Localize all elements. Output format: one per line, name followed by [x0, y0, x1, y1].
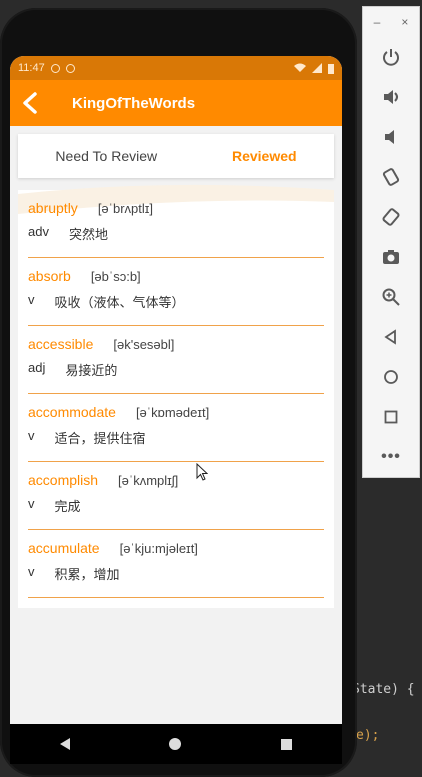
volume-down-icon [385, 130, 394, 144]
more-button[interactable]: ••• [363, 437, 419, 477]
meaning-text: 吸收（液体、气体等） [54, 295, 185, 310]
part-of-speech: v [28, 564, 35, 579]
word-item[interactable]: abruptly [əˈbrʌptlɪ] adv 突然地 [28, 190, 324, 258]
nav-recents-icon[interactable] [281, 738, 293, 750]
part-of-speech: adv [28, 224, 49, 239]
app-screen: 11:47 KingOfTheWords Need To Review Revi… [10, 56, 342, 724]
word-list: abruptly [əˈbrʌptlɪ] adv 突然地 absorb [əbˈsɔ:… [18, 184, 334, 608]
word-text: accumulate [28, 540, 100, 556]
phonetic-text: [ək'sesəbl] [113, 336, 175, 352]
tab-bar: Need To Review Reviewed [18, 134, 334, 178]
phonetic-text: [əbˈsɔ:b] [90, 268, 141, 284]
phonetic-text: [əˈkɒmədeɪt] [135, 404, 210, 420]
emulator-phone: 11:47 KingOfTheWords Need To Review Revi… [0, 8, 357, 777]
overview-square-icon [384, 410, 398, 424]
app-title: KingOfTheWords [72, 94, 196, 112]
mouse-cursor-icon [196, 463, 208, 481]
word-text: accommodate [28, 404, 116, 420]
word-text: abruptly [28, 200, 78, 216]
rotate-left-icon [382, 168, 400, 186]
phonetic-text: [əˈkju:mjəleɪt] [119, 540, 198, 556]
power-icon [383, 49, 399, 66]
word-text: accomplish [28, 472, 99, 488]
word-text: absorb [28, 268, 71, 284]
app-bar: KingOfTheWords [10, 80, 342, 126]
meaning-text: 完成 [54, 499, 81, 514]
emulator-side-panel: – × ••• [362, 6, 420, 478]
part-of-speech: v [28, 292, 35, 307]
zoom-icon [382, 288, 400, 306]
volume-down-button[interactable] [363, 117, 419, 157]
zoom-button[interactable] [363, 277, 419, 317]
word-text: accessible [28, 336, 94, 352]
signal-icon [312, 63, 322, 73]
android-nav-bar [10, 724, 342, 764]
home-circle-icon [384, 370, 398, 384]
meaning-text: 易接近的 [65, 363, 118, 378]
word-item[interactable]: absorb [əbˈsɔ:b] v 吸收（液体、气体等） [28, 258, 324, 326]
power-button[interactable] [363, 37, 419, 77]
part-of-speech: v [28, 496, 35, 511]
battery-icon [328, 63, 334, 74]
back-triangle-icon [384, 329, 396, 345]
word-item[interactable]: accumulate [əˈkju:mjəleɪt] v 积累，增加 [28, 530, 324, 598]
part-of-speech: v [28, 428, 35, 443]
back-arrow-icon[interactable] [20, 92, 42, 114]
home-button[interactable] [363, 357, 419, 397]
sync-icon [65, 63, 75, 73]
rotate-left-button[interactable] [363, 157, 419, 197]
word-item[interactable]: accommodate [əˈkɒmədeɪt] v 适合，提供住宿 [28, 394, 324, 462]
nav-back-icon[interactable] [59, 738, 70, 750]
meaning-text: 积累，增加 [54, 567, 120, 582]
phonetic-text: [əˈbrʌptlɪ] [97, 200, 154, 216]
status-time: 11:47 [18, 62, 45, 74]
wifi-icon [294, 63, 306, 72]
volume-up-button[interactable] [363, 77, 419, 117]
screenshot-button[interactable] [363, 237, 419, 277]
camera-icon [383, 250, 399, 264]
meaning-text: 突然地 [68, 227, 108, 242]
phonetic-text: [əˈkʌmplɪʃ] [118, 472, 179, 488]
notification-icon [50, 63, 60, 73]
tab-need-to-review[interactable]: Need To Review [55, 148, 157, 164]
rotate-right-icon [382, 208, 400, 226]
nav-home-icon[interactable] [169, 738, 182, 750]
ide-code-line-1: State) { [352, 682, 415, 697]
close-button[interactable]: × [401, 15, 408, 29]
part-of-speech: adj [28, 360, 46, 375]
ide-code-line-2: e); [356, 728, 380, 743]
status-bar: 11:47 [10, 56, 342, 80]
minimize-button[interactable]: – [374, 15, 381, 29]
tab-reviewed[interactable]: Reviewed [232, 148, 297, 164]
rotate-right-button[interactable] [363, 197, 419, 237]
overview-button[interactable] [363, 397, 419, 437]
word-item[interactable]: accessible [ək'sesəbl] adj 易接近的 [28, 326, 324, 394]
meaning-text: 适合，提供住宿 [54, 431, 146, 446]
word-item[interactable]: accomplish [əˈkʌmplɪʃ] v 完成 [28, 462, 324, 530]
volume-up-icon [384, 90, 398, 104]
back-button[interactable] [363, 317, 419, 357]
